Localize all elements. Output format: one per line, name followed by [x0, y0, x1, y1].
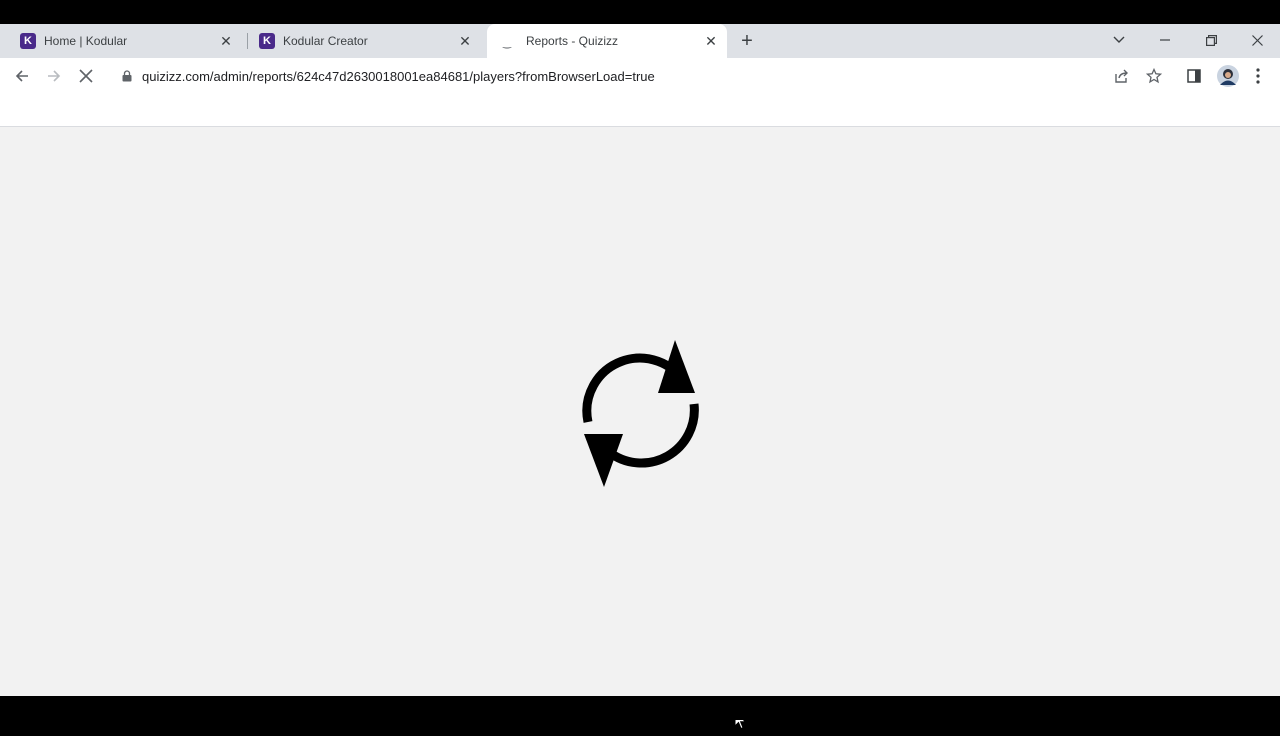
tab-strip: K Home | Kodular ✕ K Kodular Creator ✕ ‿… [0, 24, 1280, 58]
browser-window: K Home | Kodular ✕ K Kodular Creator ✕ ‿… [0, 24, 1280, 730]
toolbar: quizizz.com/admin/reports/624c47d2630018… [0, 58, 1280, 94]
loading-spinner-icon: ‿ [502, 38, 512, 49]
url-text: quizizz.com/admin/reports/624c47d2630018… [142, 68, 655, 84]
tab-title: Home | Kodular [44, 34, 128, 48]
letterbox-top [0, 0, 1280, 24]
star-icon[interactable] [1144, 66, 1164, 86]
tab-kodular-creator[interactable]: K Kodular Creator ✕ [251, 24, 481, 58]
tab-title: Reports - Quizizz [526, 34, 619, 48]
close-window-icon[interactable] [1247, 30, 1267, 50]
page-header-bar [0, 94, 1280, 127]
share-icon[interactable] [1112, 66, 1132, 86]
minimize-icon[interactable] [1155, 30, 1175, 50]
back-icon[interactable] [12, 66, 32, 86]
refresh-icon [578, 337, 704, 487]
tab-title: Kodular Creator [283, 34, 368, 48]
close-icon[interactable]: ✕ [457, 33, 473, 49]
page-content [0, 127, 1280, 730]
close-icon[interactable]: ✕ [218, 33, 234, 49]
lock-icon[interactable] [120, 70, 134, 82]
close-icon[interactable]: ✕ [703, 33, 719, 49]
avatar[interactable] [1216, 64, 1240, 88]
letterbox-bottom [0, 696, 1280, 720]
stop-loading-icon[interactable] [76, 66, 96, 86]
address-bar[interactable]: quizizz.com/admin/reports/624c47d2630018… [108, 61, 1144, 91]
forward-icon[interactable] [44, 66, 64, 86]
kodular-icon: K [20, 33, 36, 49]
kodular-icon: K [259, 33, 275, 49]
tab-reports-quizizz[interactable]: ‿ Reports - Quizizz ✕ [487, 24, 727, 58]
tab-separator [247, 33, 248, 49]
side-panel-icon[interactable] [1184, 66, 1204, 86]
new-tab-button[interactable]: + [738, 31, 756, 51]
tab-search-icon[interactable] [1109, 30, 1129, 50]
menu-icon[interactable] [1248, 66, 1268, 86]
tab-home-kodular[interactable]: K Home | Kodular ✕ [12, 24, 242, 58]
restore-icon[interactable] [1201, 30, 1221, 50]
